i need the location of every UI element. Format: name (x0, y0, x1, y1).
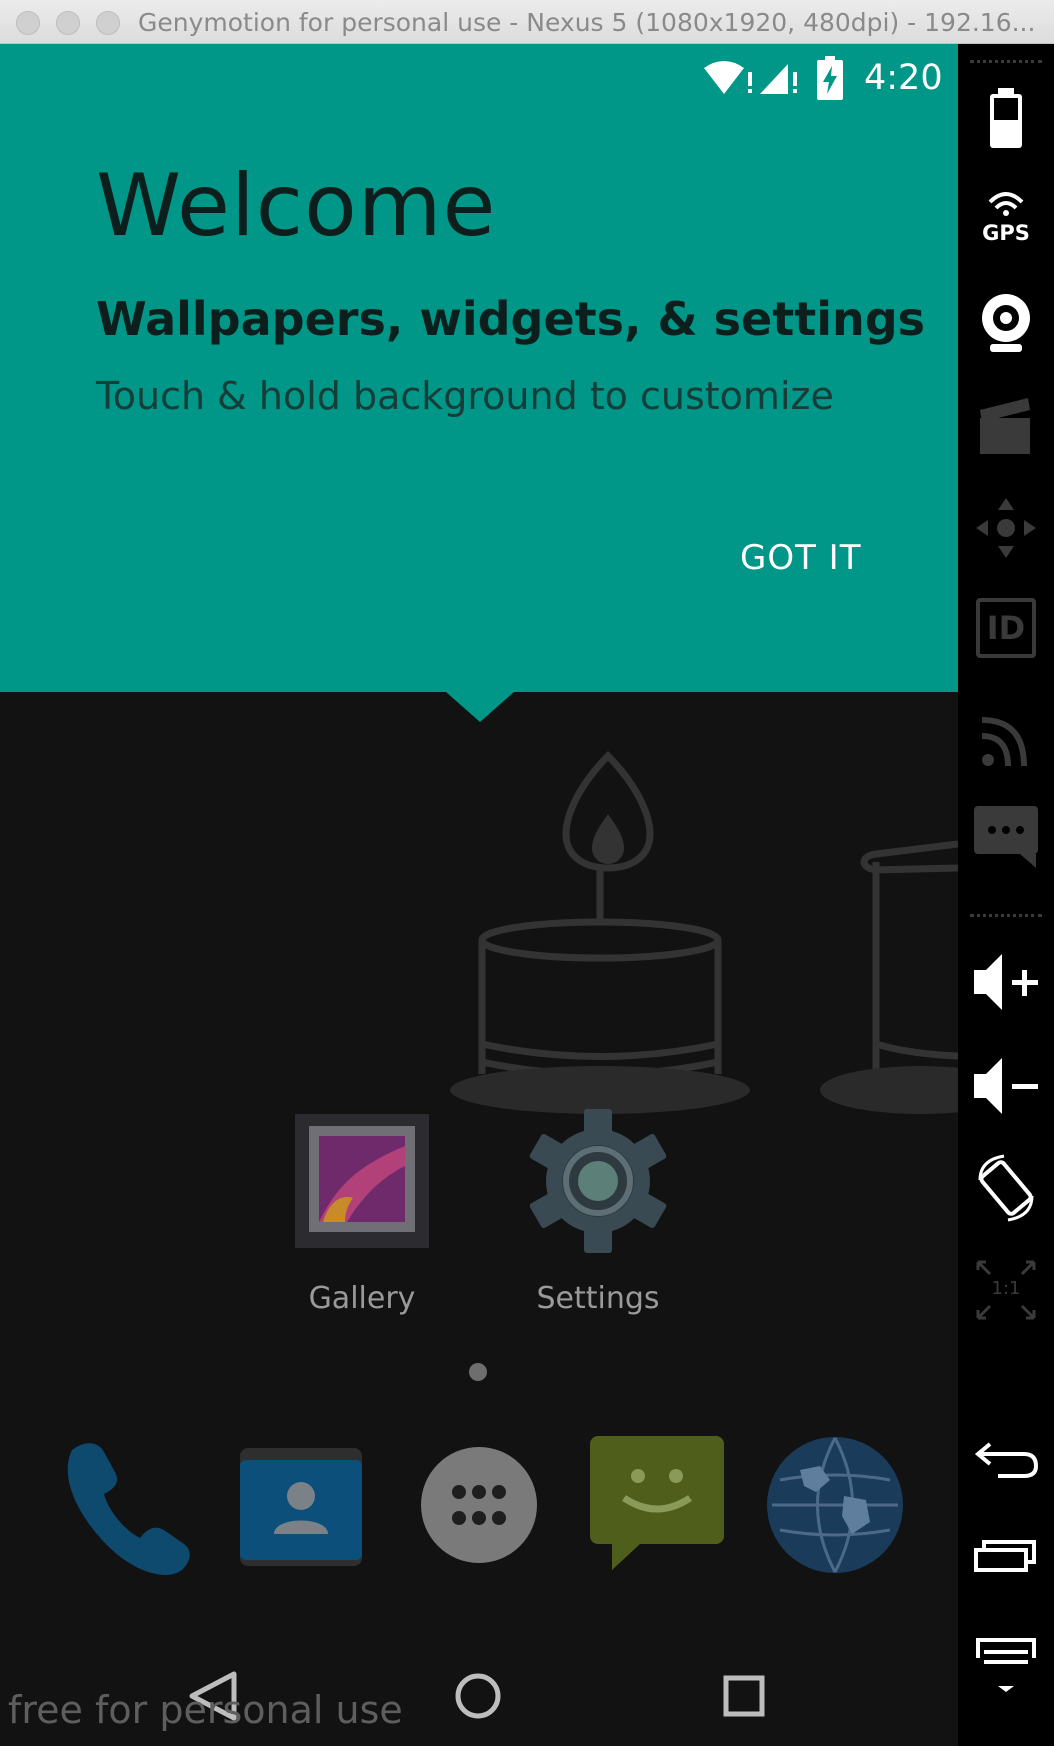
network-icon[interactable] (968, 698, 1044, 774)
device-screen: Welcome Wallpapers, widgets, & settings … (0, 44, 958, 1746)
welcome-title: Welcome (96, 156, 497, 256)
gps-icon (988, 192, 1024, 216)
welcome-card: Welcome Wallpapers, widgets, & settings … (0, 44, 958, 692)
recent-apps-icon[interactable] (968, 1516, 1044, 1592)
gps-label: GPS (982, 221, 1030, 245)
battery-charging-icon (817, 56, 843, 100)
device-id-button[interactable]: ID (976, 598, 1036, 658)
got-it-button[interactable]: GOT IT (740, 538, 861, 578)
menu-icon[interactable] (968, 1624, 1044, 1700)
pixel-perfect-label: 1:1 (991, 1278, 1021, 1299)
watermark-text: free for personal use (8, 1688, 403, 1732)
close-window-button[interactable] (16, 11, 40, 35)
app-label-settings: Settings (536, 1281, 660, 1316)
wallpaper-candles (450, 751, 958, 1114)
window-title-bar: Genymotion for personal use - Nexus 5 (1… (0, 0, 1054, 44)
welcome-subtitle: Wallpapers, widgets, & settings (96, 292, 926, 346)
browser-globe-icon[interactable] (760, 1430, 910, 1580)
battery-icon[interactable] (968, 80, 1044, 156)
volume-up-icon[interactable] (968, 944, 1044, 1020)
back-icon[interactable] (968, 1416, 1044, 1492)
app-settings[interactable]: Settings (518, 1106, 678, 1316)
welcome-body: Touch & hold background to customize (96, 374, 834, 418)
gps-button[interactable]: GPS (968, 180, 1044, 256)
contacts-icon[interactable] (226, 1430, 376, 1580)
welcome-pointer (446, 692, 514, 722)
app-label-gallery: Gallery (308, 1281, 416, 1316)
volume-down-icon[interactable] (968, 1048, 1044, 1124)
minimize-window-button[interactable] (56, 11, 80, 35)
home-icon[interactable] (418, 1644, 538, 1746)
recents-icon[interactable] (684, 1644, 804, 1746)
pixel-perfect-button[interactable]: 1:1 (968, 1252, 1044, 1328)
app-gallery[interactable]: Gallery (282, 1106, 442, 1316)
zoom-window-button[interactable] (96, 11, 120, 35)
status-time: 4:20 (864, 58, 943, 98)
cell-signal-icon (760, 64, 797, 94)
status-bar: 4:20 (0, 44, 958, 114)
rotate-icon[interactable] (968, 1150, 1044, 1226)
webcam-icon[interactable] (968, 284, 1044, 360)
phone-icon[interactable] (48, 1430, 198, 1580)
gallery-icon (295, 1114, 429, 1248)
toolbar-grip-top (970, 60, 1042, 63)
app-drawer-icon[interactable] (404, 1430, 554, 1580)
video-capture-icon[interactable] (968, 388, 1044, 464)
wifi-icon (704, 61, 752, 94)
sms-icon[interactable] (968, 798, 1044, 874)
settings-gear-icon (529, 1109, 667, 1253)
messaging-icon[interactable] (582, 1430, 732, 1580)
page-indicator (469, 1363, 487, 1381)
window-title: Genymotion for personal use - Nexus 5 (1… (138, 8, 1036, 37)
remote-control-icon[interactable] (968, 490, 1044, 566)
toolbar-divider (970, 914, 1042, 917)
genymotion-toolbar: GPS ID 1:1 (958, 44, 1054, 1746)
